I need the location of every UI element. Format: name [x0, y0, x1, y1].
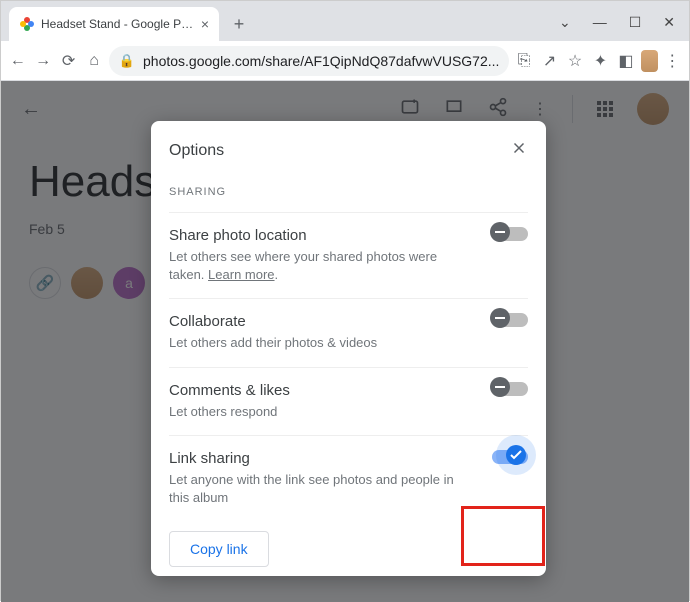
bookmark-star-icon[interactable]: ☆	[564, 47, 585, 75]
url-bar[interactable]: 🔒 photos.google.com/share/AF1QipNdQ87daf…	[109, 46, 510, 76]
kebab-menu-icon[interactable]: ⋮	[662, 47, 683, 75]
lock-icon: 🔒	[119, 53, 135, 69]
setting-desc: Let others respond	[169, 403, 528, 421]
toggle-link-sharing[interactable]	[492, 450, 528, 464]
setting-comments-likes: Comments & likes Let others respond	[169, 367, 528, 435]
toggle-comments-likes[interactable]	[492, 382, 528, 396]
minimize-icon[interactable]: —	[593, 14, 607, 31]
toggle-share-location[interactable]	[492, 227, 528, 241]
setting-title: Collaborate	[169, 313, 528, 330]
dialog-title: Options	[169, 142, 224, 160]
extensions-icon[interactable]: ✦	[590, 47, 611, 75]
chevron-down-icon[interactable]: ⌄	[559, 14, 571, 31]
options-dialog: Options Sharing Share photo location Let…	[151, 121, 546, 576]
close-window-icon[interactable]: ✕	[663, 14, 675, 31]
side-panel-icon[interactable]: ◧	[615, 47, 636, 75]
google-photos-favicon	[19, 16, 35, 32]
forward-button[interactable]: →	[32, 47, 53, 75]
tab-title: Headset Stand - Google Photos	[41, 17, 195, 31]
setting-link-sharing: Link sharing Let anyone with the link se…	[169, 435, 528, 521]
dialog-body[interactable]: Sharing Share photo location Let others …	[151, 174, 546, 576]
install-app-icon[interactable]: ⎘	[513, 47, 534, 75]
window-controls: ⌄ — ☐ ✕	[559, 14, 689, 31]
share-url-icon[interactable]: ↗	[539, 47, 560, 75]
profile-avatar-icon[interactable]	[641, 50, 658, 72]
setting-desc: Let others see where your shared photos …	[169, 248, 528, 284]
maximize-icon[interactable]: ☐	[629, 14, 642, 31]
setting-desc: Let others add their photos & videos	[169, 334, 528, 352]
url-text: photos.google.com/share/AF1QipNdQ87dafvw…	[143, 53, 499, 69]
dialog-header: Options	[151, 121, 546, 174]
toggle-collaborate[interactable]	[492, 313, 528, 327]
browser-toolbar: ← → ⟳ ⌂ 🔒 photos.google.com/share/AF1Qip…	[1, 41, 689, 81]
back-button[interactable]: ←	[7, 47, 28, 75]
close-dialog-icon[interactable]	[510, 139, 528, 162]
learn-more-link[interactable]: Learn more	[208, 267, 274, 282]
reload-button[interactable]: ⟳	[58, 47, 79, 75]
setting-title: Share photo location	[169, 227, 528, 244]
section-label-sharing: Sharing	[169, 186, 528, 198]
browser-titlebar: Headset Stand - Google Photos × + ⌄ — ☐ …	[1, 1, 689, 41]
page-content: ← ⋮ Headset Stand Feb 5 🔗 a	[1, 81, 689, 602]
setting-share-location: Share photo location Let others see wher…	[169, 212, 528, 298]
setting-desc: Let anyone with the link see photos and …	[169, 471, 528, 507]
setting-collaborate: Collaborate Let others add their photos …	[169, 298, 528, 366]
copy-link-button[interactable]: Copy link	[169, 531, 269, 567]
setting-title: Comments & likes	[169, 382, 528, 399]
home-button[interactable]: ⌂	[83, 47, 104, 75]
new-tab-button[interactable]: +	[225, 10, 253, 38]
browser-tab[interactable]: Headset Stand - Google Photos ×	[9, 7, 219, 41]
setting-title: Link sharing	[169, 450, 528, 467]
tab-close-icon[interactable]: ×	[201, 16, 209, 32]
